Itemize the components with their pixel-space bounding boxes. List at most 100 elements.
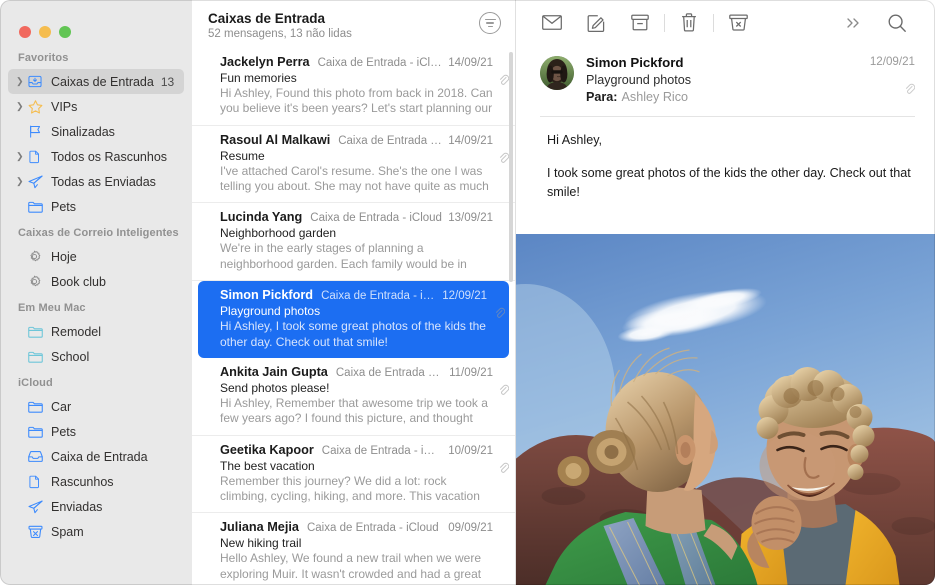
folder-icon bbox=[27, 424, 46, 439]
sidebar-item-caixas-de-entrada[interactable]: ❯ Caixas de Entrada 13 bbox=[8, 69, 184, 94]
recipient-value[interactable]: Ashley Rico bbox=[622, 90, 689, 104]
message-list-item[interactable]: Rasoul Al Malkawi Caixa de Entrada - iC… 1… bbox=[192, 126, 515, 204]
sidebar: Favoritos❯Caixas de Entrada13❯VIPs❯Sinal… bbox=[0, 0, 192, 585]
disclosure-triangle-icon[interactable]: ❯ bbox=[16, 152, 27, 161]
message-header: Simon Pickford Playground photos Para: As… bbox=[516, 45, 935, 104]
mark-unread-button[interactable] bbox=[530, 8, 574, 38]
message-preview: Hello Ashley, We found a new trail when … bbox=[220, 551, 482, 581]
message-mailbox: Caixa de Entrada - iCloud bbox=[321, 444, 443, 457]
message-list-item[interactable]: Simon Pickford Caixa de Entrada - iCloud 1… bbox=[198, 281, 509, 358]
paperclip-icon bbox=[905, 83, 915, 94]
sidebar-item-car[interactable]: ❯Car bbox=[8, 394, 184, 419]
message-date: 12/09/21 bbox=[869, 55, 915, 68]
message-sender: Geetika Kapoor bbox=[220, 442, 314, 457]
sidebar-item-pets[interactable]: ❯Pets bbox=[8, 419, 184, 444]
message-subject: Resume bbox=[220, 148, 265, 163]
trash-icon[interactable] bbox=[667, 8, 711, 38]
message-sender: Lucinda Yang bbox=[220, 210, 303, 225]
reader-toolbar bbox=[516, 0, 935, 45]
sidebar-item-school[interactable]: ❯School bbox=[8, 344, 184, 369]
zoom-button[interactable] bbox=[59, 25, 71, 38]
mailbox-title: Caixas de Entrada bbox=[208, 11, 326, 26]
message-list-item[interactable]: Lucinda Yang Caixa de Entrada - iCloud 13/… bbox=[192, 203, 515, 282]
message-preview: I've attached Carol's resume. She's the … bbox=[220, 163, 489, 194]
close-button[interactable] bbox=[19, 25, 31, 38]
sidebar-section-header: Caixas de Correio Inteligentes bbox=[18, 227, 179, 239]
sidebar-item-label: Caixas de Entrada bbox=[51, 74, 154, 89]
message-mailbox: Caixa de Entrada - iCloud bbox=[310, 212, 442, 225]
disclosure-triangle-icon[interactable]: ❯ bbox=[16, 177, 27, 186]
sender-name: Simon Pickford bbox=[586, 55, 684, 70]
compose-pencil-icon[interactable] bbox=[574, 8, 618, 38]
sidebar-item-rascunhos[interactable]: ❯Rascunhos bbox=[8, 469, 184, 494]
sidebar-item-label: Pets bbox=[51, 424, 77, 439]
sidebar-item-todos-os-rascunhos[interactable]: ❯ Todos os Rascunhos bbox=[8, 144, 184, 169]
chevrons-right-icon[interactable] bbox=[831, 8, 875, 38]
sidebar-item-label: Pets bbox=[51, 199, 77, 214]
disclosure-triangle-icon[interactable]: ❯ bbox=[16, 102, 27, 111]
message-list-scrollbar[interactable] bbox=[509, 52, 513, 282]
message-date: 12/09/21 bbox=[442, 290, 487, 303]
message-preview: We're in the early stages of planning a … bbox=[220, 241, 467, 271]
sidebar-item-label: Hoje bbox=[51, 249, 77, 264]
toolbar-divider bbox=[664, 13, 665, 32]
message-list-item[interactable]: Ankita Jain Gupta Caixa de Entrada - iC… 1… bbox=[192, 358, 515, 436]
paper-plane-icon bbox=[27, 499, 46, 514]
message-subject: Neighborhood garden bbox=[220, 226, 337, 241]
avatar bbox=[540, 56, 574, 90]
sidebar-item-remodel[interactable]: ❯Remodel bbox=[8, 319, 184, 344]
junk-bin-icon bbox=[27, 524, 46, 539]
sidebar-item-todas-as-enviadas[interactable]: ❯ Todas as Enviadas bbox=[8, 169, 184, 194]
reading-pane: Simon Pickford Playground photos Para: As… bbox=[516, 0, 935, 585]
message-preview: Hi Ashley, Found this photo from back in… bbox=[220, 86, 493, 116]
sidebar-section-header: iCloud bbox=[18, 377, 53, 389]
document-icon bbox=[27, 474, 46, 489]
junk-bin-icon[interactable] bbox=[716, 8, 760, 38]
minimize-button[interactable] bbox=[39, 25, 51, 38]
message-subject: Fun memories bbox=[220, 71, 297, 85]
sidebar-item-label: Enviadas bbox=[51, 499, 103, 514]
message-subject: The best vacation bbox=[220, 458, 315, 473]
message-list-item[interactable]: Geetika Kapoor Caixa de Entrada - iCloud 1… bbox=[192, 436, 515, 514]
sidebar-item-book-club[interactable]: ❯Book club bbox=[8, 269, 184, 294]
inbox-stack-icon bbox=[27, 74, 46, 89]
message-list: Jackelyn Perra Caixa de Entrada - iCloud 1… bbox=[192, 48, 515, 585]
message-list-item[interactable]: Jackelyn Perra Caixa de Entrada - iCloud 1… bbox=[192, 48, 515, 126]
sidebar-item-label: Caixa de Entrada bbox=[51, 449, 148, 464]
message-sender: Simon Pickford bbox=[220, 288, 314, 303]
sidebar-item-label: Sinalizadas bbox=[51, 124, 115, 139]
message-mailbox: Caixa de Entrada - iCloud bbox=[306, 522, 439, 535]
star-icon bbox=[27, 99, 46, 114]
sidebar-item-spam[interactable]: ❯Spam bbox=[8, 519, 184, 544]
message-subject: New hiking trail bbox=[220, 536, 302, 551]
message-subject: Send photos please! bbox=[220, 380, 330, 395]
search-icon[interactable] bbox=[875, 8, 919, 38]
message-sender: Rasoul Al Malkawi bbox=[220, 132, 331, 147]
sidebar-item-label: Todos os Rascunhos bbox=[51, 149, 168, 164]
message-date: 14/09/21 bbox=[448, 134, 493, 147]
sidebar-item-hoje[interactable]: ❯Hoje bbox=[8, 244, 184, 269]
sidebar-item-label: Book club bbox=[51, 274, 106, 289]
message-subject: Playground photos bbox=[586, 73, 692, 87]
body-paragraph: I took some great photos of the kids the… bbox=[547, 165, 911, 199]
sort-filter-icon[interactable] bbox=[479, 12, 501, 34]
sidebar-item-pets[interactable]: ❯Pets bbox=[8, 194, 184, 219]
toolbar-divider bbox=[713, 13, 714, 32]
disclosure-triangle-icon[interactable]: ❯ bbox=[16, 77, 27, 86]
inbox-icon bbox=[27, 449, 46, 464]
sidebar-item-sinalizadas[interactable]: ❯Sinalizadas bbox=[8, 119, 184, 144]
message-list-item[interactable]: Juliana Mejia Caixa de Entrada - iCloud 09… bbox=[192, 513, 515, 585]
document-icon bbox=[27, 149, 46, 164]
folder-icon bbox=[27, 324, 46, 339]
kids-outdoor-photo[interactable] bbox=[516, 234, 935, 585]
sidebar-item-label: School bbox=[51, 349, 90, 364]
message-sender: Jackelyn Perra bbox=[220, 55, 310, 69]
sidebar-item-caixa-de-entrada[interactable]: ❯Caixa de Entrada bbox=[8, 444, 184, 469]
sidebar-item-label: Remodel bbox=[51, 324, 102, 339]
archive-box-icon[interactable] bbox=[618, 8, 662, 38]
sidebar-item-enviadas[interactable]: ❯Enviadas bbox=[8, 494, 184, 519]
message-list-header: Caixas de Entrada 52 mensagens, 13 não l… bbox=[192, 0, 515, 48]
message-date: 09/09/21 bbox=[448, 522, 493, 535]
sidebar-item-vips[interactable]: ❯ VIPs bbox=[8, 94, 184, 119]
message-preview: Remember this journey? We did a lot: roc… bbox=[220, 473, 480, 503]
